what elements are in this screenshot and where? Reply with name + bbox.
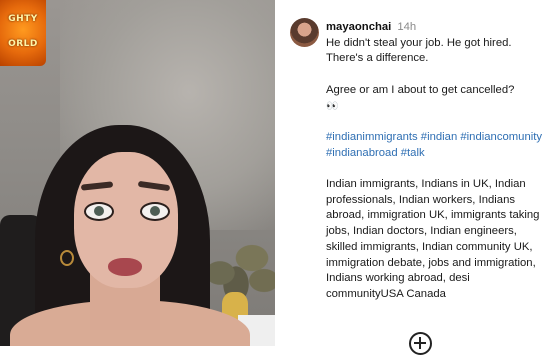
left-eye [84, 202, 114, 221]
earring [60, 250, 74, 266]
profile-avatar[interactable] [290, 18, 319, 47]
video-panel[interactable]: GHTY ORLD [0, 0, 275, 346]
channel-logo: GHTY ORLD [0, 0, 46, 66]
post-caption: mayaonchai 14h He didn't steal your job. … [326, 20, 550, 303]
caption-question: Agree or am I about to get cancelled? [326, 83, 515, 96]
username[interactable]: mayaonchai [326, 21, 391, 33]
caption-panel: mayaonchai 14h He didn't steal your job. … [275, 0, 554, 355]
caption-keywords: Indian immigrants, Indians in UK, Indian… [326, 177, 540, 300]
logo-text-top: GHTY [8, 14, 38, 24]
logo-text-bottom: ORLD [8, 39, 38, 49]
add-circle-icon[interactable] [409, 332, 432, 355]
right-eye [140, 202, 170, 221]
post-timestamp: 14h [397, 21, 417, 33]
hashtags[interactable]: #indianimmigrants #indian #indiancomunit… [326, 130, 550, 161]
eyes-emoji-icon: 👀 [326, 100, 339, 112]
mouth [108, 258, 142, 276]
caption-first-line: mayaonchai 14h He didn't steal your job. … [326, 20, 550, 67]
caption-question-block: Agree or am I about to get cancelled? 👀 [326, 83, 550, 114]
caption-statement: He didn't steal your job. He got hired. … [326, 36, 512, 65]
